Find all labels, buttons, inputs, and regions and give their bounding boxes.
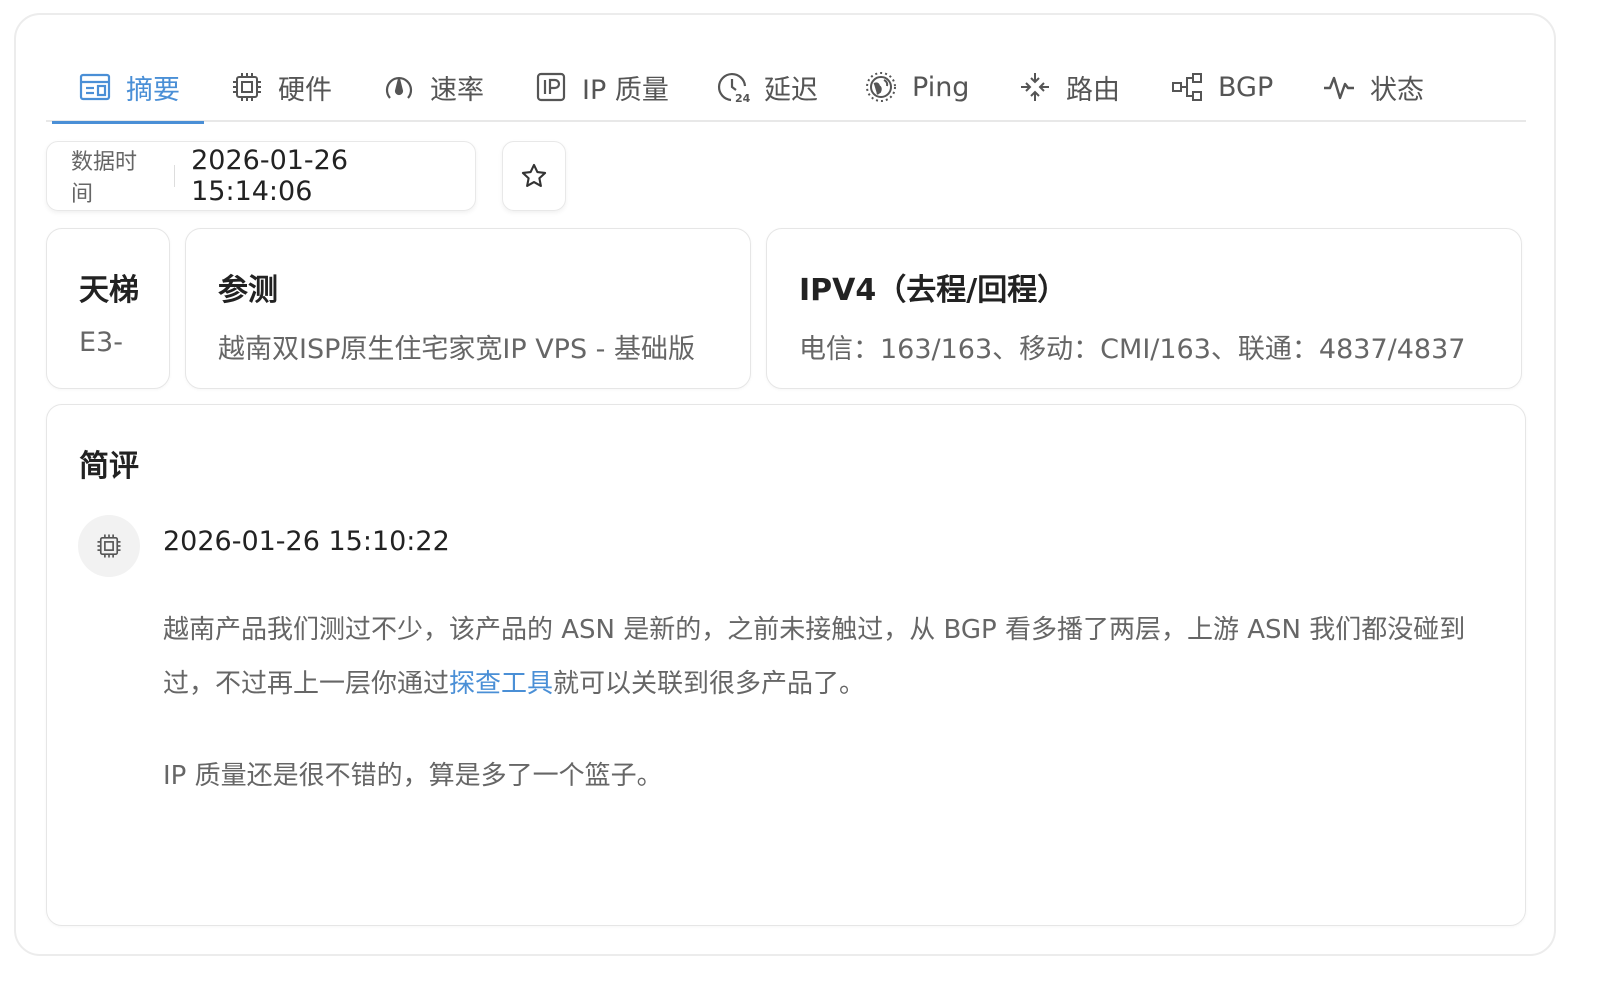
tab-label: IP 质量: [582, 74, 669, 106]
latency-24-icon: 24: [716, 70, 750, 104]
tab-label: 摘要: [126, 74, 180, 106]
tab-ping[interactable]: Ping: [864, 52, 969, 122]
data-time-box: 数据时间 2026-01-26 15:14:06: [46, 141, 476, 211]
review-date: 2026-01-26 15:10:22: [163, 526, 450, 557]
tab-route[interactable]: 路由: [1018, 52, 1120, 122]
tab-latency[interactable]: 24 延迟: [716, 52, 818, 122]
tab-hardware[interactable]: 硬件: [230, 52, 332, 122]
chip-icon: [97, 534, 121, 558]
avatar: [78, 515, 140, 577]
tab-label: Ping: [912, 71, 970, 103]
ipv4-title: IPV4（去程/回程）: [799, 273, 1068, 308]
tab-label: BGP: [1218, 71, 1274, 103]
tab-speed[interactable]: 速率: [382, 52, 484, 122]
tab-bgp[interactable]: BGP: [1170, 52, 1273, 122]
ladder-title: 天梯: [79, 273, 139, 308]
divider: [174, 165, 176, 187]
tab-ip-quality[interactable]: IP 质量: [534, 52, 669, 122]
review-text: 就可以关联到很多产品了。: [553, 669, 866, 699]
review-body: 越南产品我们测过不少，该产品的 ASN 是新的，之前未接触过，从 BGP 看多播…: [163, 603, 1503, 803]
tab-label: 延迟: [764, 74, 818, 106]
ladder-value: E3-: [79, 327, 123, 358]
review-title: 简评: [79, 449, 139, 484]
tab-bar: 摘要 硬件 速率 IP 质量 24 延迟 Ping 路由 BGP 状态: [46, 52, 1526, 124]
pulse-icon: [1322, 70, 1356, 104]
bgp-icon: [1170, 70, 1204, 104]
chip-icon: [230, 70, 264, 104]
data-time-label: 数据时间: [71, 150, 138, 207]
globe-icon: [864, 70, 898, 104]
test-product-title: 参测: [218, 273, 278, 308]
route-icon: [1018, 70, 1052, 104]
ipv4-value: 电信：163/163、移动：CMI/163、联通：4837/4837: [799, 334, 1466, 365]
tab-label: 状态: [1370, 74, 1424, 106]
speed-icon: [382, 70, 416, 104]
review-paragraph: IP 质量还是很不错的，算是多了一个篮子。: [163, 761, 663, 791]
tab-status[interactable]: 状态: [1322, 52, 1424, 122]
test-product-value: 越南双ISP原生住宅家宽IP VPS - 基础版: [218, 334, 696, 365]
favorite-button[interactable]: [502, 141, 566, 211]
review-paragraph: 越南产品我们测过不少，该产品的 ASN 是新的，之前未接触过，从 BGP 看多播…: [163, 603, 1503, 711]
ladder-card: 天梯 E3-: [46, 228, 170, 389]
data-time-value: 2026-01-26 15:14:06: [191, 145, 349, 207]
summary-icon: [78, 70, 112, 104]
test-product-card: 参测 越南双ISP原生住宅家宽IP VPS - 基础版: [185, 228, 751, 389]
tab-label: 硬件: [278, 74, 332, 106]
tab-summary[interactable]: 摘要: [52, 52, 204, 124]
star-icon: [521, 163, 547, 187]
ipv4-route-card: IPV4（去程/回程） 电信：163/163、移动：CMI/163、联通：483…: [766, 228, 1522, 389]
review-card: 简评 2026-01-26 15:10:22 越南产品我们测过不少，该产品的 A…: [46, 404, 1526, 926]
tab-label: 路由: [1066, 74, 1120, 106]
probe-tool-link[interactable]: 探查工具: [449, 669, 553, 699]
ip-icon: [534, 70, 568, 104]
tab-label: 速率: [430, 74, 484, 106]
svg-text:24: 24: [735, 92, 750, 104]
